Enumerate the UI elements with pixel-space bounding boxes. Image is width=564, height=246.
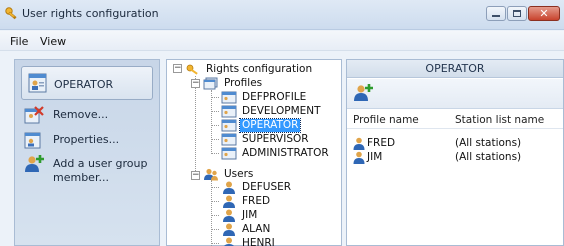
keys-icon	[186, 64, 198, 75]
tree-item-label: DEVELOPMENT	[242, 104, 321, 117]
details-header: OPERATOR	[347, 60, 563, 78]
tree-profiles-folder[interactable]: Profiles	[203, 76, 264, 90]
minimize-button[interactable]	[486, 6, 506, 21]
tree-root[interactable]: Rights configuration	[185, 62, 314, 76]
user-icon	[353, 137, 365, 150]
tree-connector	[211, 125, 219, 126]
menu-view[interactable]: View	[40, 35, 66, 48]
tree-connector	[211, 97, 219, 98]
expand-toggle[interactable]: −	[191, 171, 200, 180]
properties-label: Properties...	[53, 133, 120, 146]
minimize-icon	[492, 15, 500, 17]
tree-item-operator[interactable]: OPERATOR	[221, 117, 302, 133]
expand-toggle[interactable]: −	[191, 79, 200, 88]
profile-icon	[221, 91, 237, 103]
maximize-icon	[513, 10, 521, 17]
tree-item-administrator[interactable]: ADMINISTRATOR	[221, 146, 331, 160]
tree-item-label: ADMINISTRATOR	[242, 146, 329, 159]
tree-item-label: DEFPROFILE	[242, 90, 307, 103]
rights-tree: − Rights configuration − Profiles DEFPRO…	[166, 59, 342, 246]
tree-connector	[211, 90, 212, 154]
tree-users-folder[interactable]: Users	[203, 167, 255, 181]
add-user-icon[interactable]	[353, 83, 373, 103]
user-icon	[223, 181, 235, 194]
tree-item-alan[interactable]: ALAN	[221, 222, 272, 236]
selected-profile-header: OPERATOR	[21, 66, 153, 100]
close-icon: ✕	[539, 7, 549, 20]
tree-connector	[211, 180, 212, 246]
profile-icon	[221, 147, 237, 159]
user-icon	[353, 151, 365, 164]
profile-icon	[221, 105, 237, 117]
profiles-label: Profiles	[224, 76, 263, 89]
column-profile-name[interactable]: Profile name	[353, 114, 419, 126]
menu-file[interactable]: File	[10, 35, 28, 48]
tree-connector	[211, 139, 219, 140]
tree-item-label: ALAN	[242, 222, 271, 235]
tree-root-label: Rights configuration	[206, 62, 313, 75]
properties-icon	[24, 132, 41, 149]
header-divider	[347, 128, 563, 129]
close-button[interactable]: ✕	[528, 6, 560, 21]
tree-item-henri[interactable]: HENRI	[221, 236, 277, 246]
profile-icon	[221, 119, 237, 131]
remove-icon	[24, 106, 44, 124]
user-icon	[223, 209, 235, 222]
app-window: User rights configuration ✕ File View OP…	[0, 0, 564, 246]
tree-connector	[211, 229, 219, 230]
user-icon	[223, 223, 235, 236]
tree-item-label: OPERATOR	[238, 117, 302, 133]
tree-connector	[211, 153, 219, 154]
column-station-list[interactable]: Station list name	[455, 114, 544, 126]
add-user-icon	[25, 155, 44, 172]
tree-item-label: HENRI	[242, 236, 275, 246]
tree-connector	[211, 187, 219, 188]
window-title: User rights configuration	[22, 7, 159, 20]
tree-item-label: FRED	[242, 194, 271, 207]
add-member-label: Add a user group member...	[53, 157, 148, 184]
tree-item-defuser[interactable]: DEFUSER	[221, 180, 293, 194]
actions-panel: OPERATOR Remove... Properties... Add a u…	[14, 59, 160, 246]
table-row[interactable]: FRED (All stations)	[353, 137, 553, 150]
profile-icon	[221, 133, 237, 145]
row-station-list: (All stations)	[455, 137, 522, 149]
profile-details-panel: OPERATOR Profile name Station list name …	[346, 59, 564, 246]
expand-toggle[interactable]: −	[173, 64, 182, 73]
user-icon	[223, 237, 235, 246]
table-row[interactable]: JIM (All stations)	[353, 151, 553, 164]
profile-card-icon	[28, 73, 47, 93]
row-profile-name: FRED	[367, 137, 396, 149]
selected-profile-label: OPERATOR	[54, 78, 114, 91]
tree-connector	[211, 111, 219, 112]
users-label: Users	[224, 167, 254, 180]
tree-item-label: JIM	[242, 208, 258, 221]
details-toolbar	[347, 79, 563, 109]
tree-item-development[interactable]: DEVELOPMENT	[221, 104, 323, 118]
tree-connector	[211, 243, 219, 244]
tree-item-defprofile[interactable]: DEFPROFILE	[221, 90, 308, 104]
menu-bar: File View	[0, 31, 564, 51]
tree-item-jim[interactable]: JIM	[221, 208, 259, 222]
tree-item-supervisor[interactable]: SUPERVISOR	[221, 132, 311, 146]
tree-item-fred[interactable]: FRED	[221, 194, 272, 208]
tree-item-label: DEFUSER	[242, 180, 292, 193]
row-profile-name: JIM	[367, 151, 383, 163]
keys-icon	[5, 7, 17, 20]
users-icon	[204, 168, 218, 180]
row-station-list: (All stations)	[455, 151, 522, 163]
profiles-icon	[203, 77, 218, 89]
tree-connector	[211, 201, 219, 202]
tree-connector	[195, 76, 196, 175]
user-icon	[223, 195, 235, 208]
maximize-button[interactable]	[507, 6, 527, 21]
tree-item-label: SUPERVISOR	[242, 132, 309, 145]
tree-connector	[211, 215, 219, 216]
title-bar[interactable]: User rights configuration ✕	[0, 0, 564, 30]
remove-label: Remove...	[53, 108, 109, 121]
